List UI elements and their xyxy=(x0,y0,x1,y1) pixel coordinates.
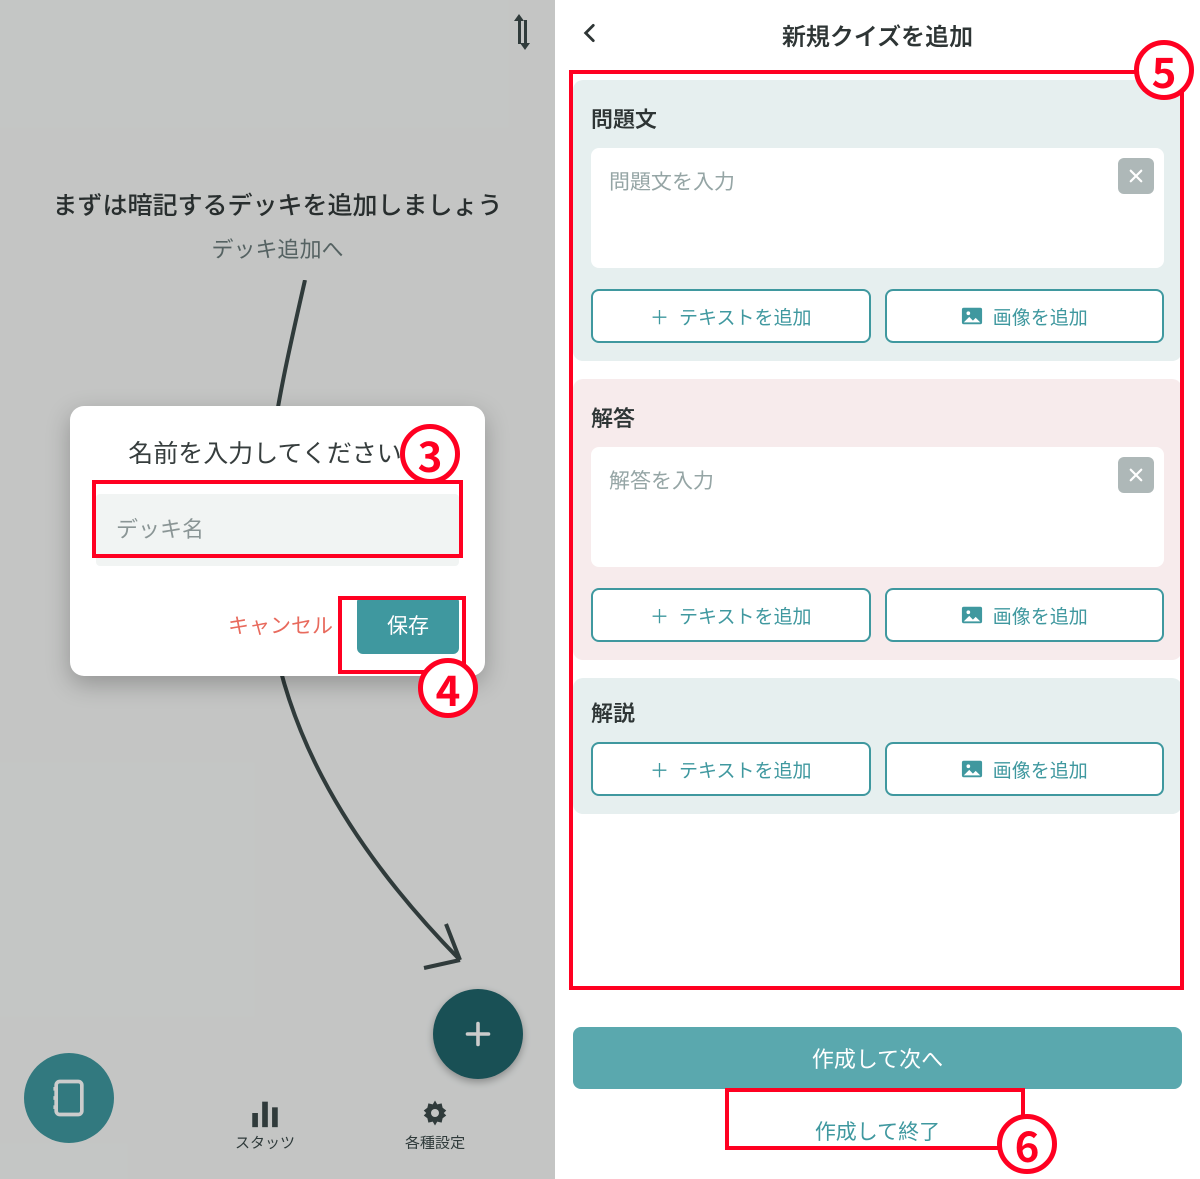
library-fab[interactable] xyxy=(24,1053,114,1143)
create-next-button[interactable]: 作成して次へ xyxy=(573,1027,1182,1089)
badge-5: 5 xyxy=(1134,40,1194,100)
nav-stats-label: スタッツ xyxy=(235,1132,295,1153)
book-icon xyxy=(47,1076,91,1120)
left-screen: まずは暗記するデッキを追加しましょう デッキ追加へ スタッツ 各種設定 名前を入… xyxy=(0,0,555,1179)
page-header: 新規クイズを追加 xyxy=(555,0,1200,68)
badge-6: 6 xyxy=(997,1114,1057,1174)
highlight-6 xyxy=(725,1088,1025,1150)
gear-icon xyxy=(418,1098,452,1128)
plus-icon xyxy=(460,1016,496,1052)
highlight-3 xyxy=(92,480,463,558)
right-screen: 新規クイズを追加 問題文 ＋ テキストを追加 画像を追加 xyxy=(555,0,1200,1179)
badge-4: 4 xyxy=(418,658,478,718)
cancel-button[interactable]: キャンセル xyxy=(228,610,333,640)
empty-sub-link[interactable]: デッキ追加へ xyxy=(0,232,555,264)
nav-settings[interactable]: 各種設定 xyxy=(405,1098,465,1153)
empty-heading: まずは暗記するデッキを追加しましょう xyxy=(0,186,555,222)
bar-chart-icon xyxy=(248,1098,282,1128)
back-icon[interactable] xyxy=(577,18,603,48)
sort-icon[interactable] xyxy=(518,20,527,44)
page-title: 新規クイズを追加 xyxy=(782,17,973,52)
nav-settings-label: 各種設定 xyxy=(405,1132,465,1153)
badge-3: 3 xyxy=(400,424,460,484)
add-deck-fab[interactable] xyxy=(433,989,523,1079)
highlight-5 xyxy=(569,70,1184,990)
nav-stats[interactable]: スタッツ xyxy=(235,1098,295,1153)
